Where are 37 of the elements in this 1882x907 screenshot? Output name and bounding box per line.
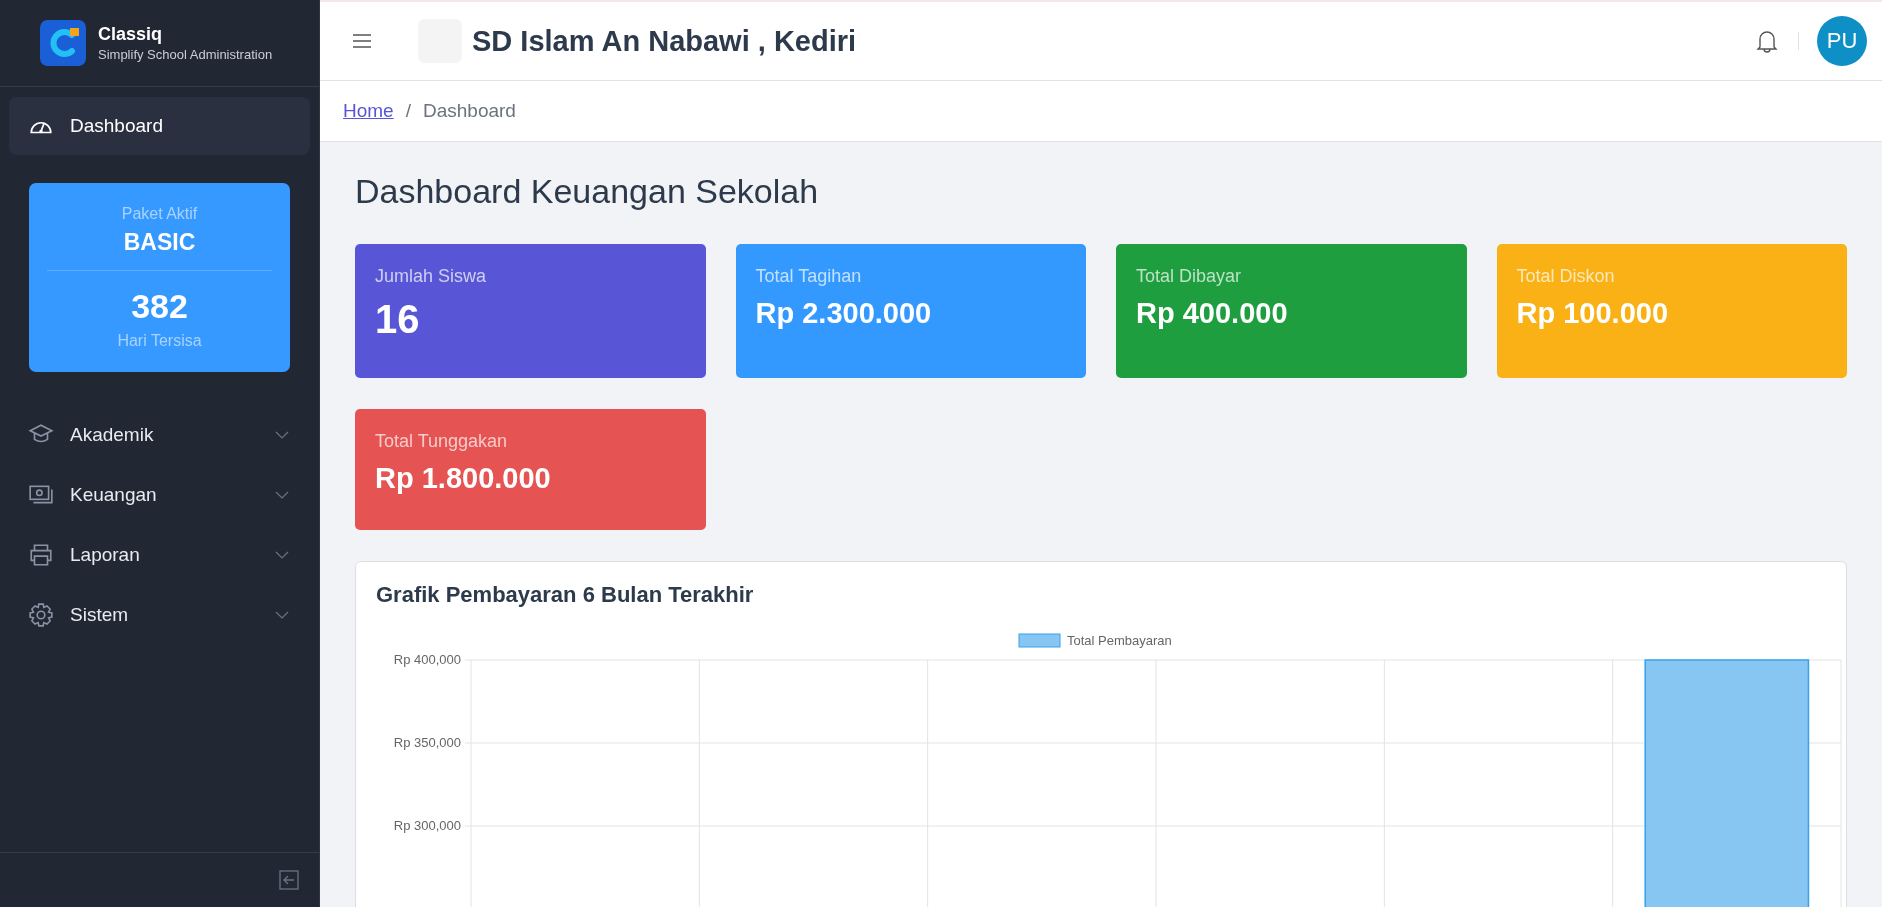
stat-label: Total Tagihan bbox=[755, 266, 863, 287]
school-name: SD Islam An Nabawi , Kediri bbox=[472, 24, 858, 58]
page-title: Dashboard Keuangan Sekolah bbox=[355, 172, 820, 211]
breadcrumb-link[interactable]: Home bbox=[343, 100, 394, 122]
days-remaining-label: Hari Tersisa bbox=[116, 332, 203, 350]
stat-value: Rp 2.300.000 bbox=[755, 297, 933, 330]
printer-icon bbox=[28, 542, 54, 568]
sidebar-item[interactable]: Dashboard bbox=[9, 97, 310, 155]
y-axis-label: Rp 400,000 bbox=[393, 652, 461, 667]
legend-label[interactable]: Total Pembayaran bbox=[1067, 633, 1172, 648]
stat-label: Total Dibayar bbox=[1136, 266, 1243, 287]
breadcrumb-separator: / bbox=[405, 100, 411, 122]
chart-title: Grafik Pembayaran 6 Bulan Terakhir bbox=[376, 582, 755, 608]
sidebar-item[interactable]: Sistem bbox=[9, 586, 310, 644]
gear-icon bbox=[28, 602, 54, 628]
sidebar-item[interactable]: Laporan bbox=[9, 526, 310, 584]
y-axis-label: Rp 300,000 bbox=[393, 818, 461, 833]
stat-value: 16 bbox=[375, 297, 421, 342]
package-caption: Paket Aktif bbox=[120, 205, 199, 223]
stat-label: Jumlah Siswa bbox=[375, 266, 488, 287]
stat-value: Rp 100.000 bbox=[1516, 297, 1670, 330]
sidebar-item[interactable]: Akademik bbox=[9, 406, 310, 464]
package-plan: BASIC bbox=[122, 229, 197, 256]
brand-name: Classiq bbox=[98, 24, 164, 45]
collapse-sidebar-icon[interactable] bbox=[279, 870, 299, 890]
legend-swatch bbox=[1018, 633, 1061, 648]
y-axis-label: Rp 350,000 bbox=[393, 735, 461, 750]
app-logo bbox=[40, 20, 86, 66]
sidebar-item[interactable]: Keuangan bbox=[9, 466, 310, 524]
stat-label: Total Diskon bbox=[1516, 266, 1616, 287]
user-avatar[interactable]: PU bbox=[1817, 16, 1867, 66]
breadcrumb-current: Dashboard bbox=[422, 100, 516, 122]
days-remaining: 382 bbox=[130, 287, 189, 326]
brand-tagline: Simplify School Administration bbox=[98, 47, 273, 62]
stat-value: Rp 1.800.000 bbox=[375, 462, 552, 495]
stat-label: Total Tunggakan bbox=[375, 431, 509, 452]
stat-value: Rp 400.000 bbox=[1136, 297, 1289, 330]
